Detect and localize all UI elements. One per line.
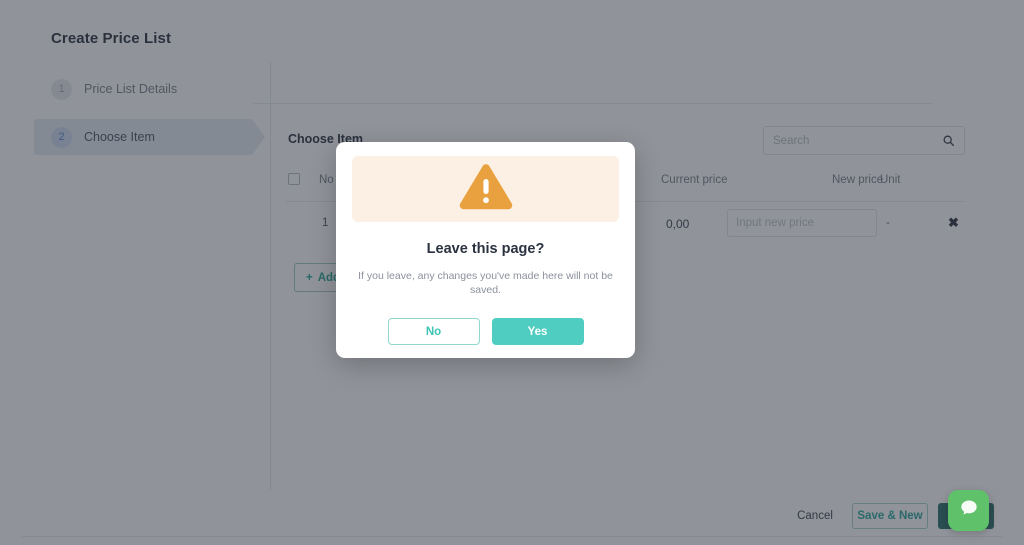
warning-triangle-icon [458,162,514,217]
modal-no-button[interactable]: No [387,318,480,346]
modal-actions: No Yes [352,318,619,346]
leave-page-modal: Leave this page? If you leave, any chang… [336,142,635,358]
modal-title: Leave this page? [426,241,545,257]
modal-icon-banner [352,156,619,222]
modal-yes-button[interactable]: Yes [491,318,584,346]
chat-launcher-button[interactable] [948,490,989,531]
chat-bubble-icon [959,498,979,523]
modal-message: If you leave, any changes you've made he… [358,270,613,296]
app-root: Create Price List 1 Price List Details 2… [0,0,1024,545]
